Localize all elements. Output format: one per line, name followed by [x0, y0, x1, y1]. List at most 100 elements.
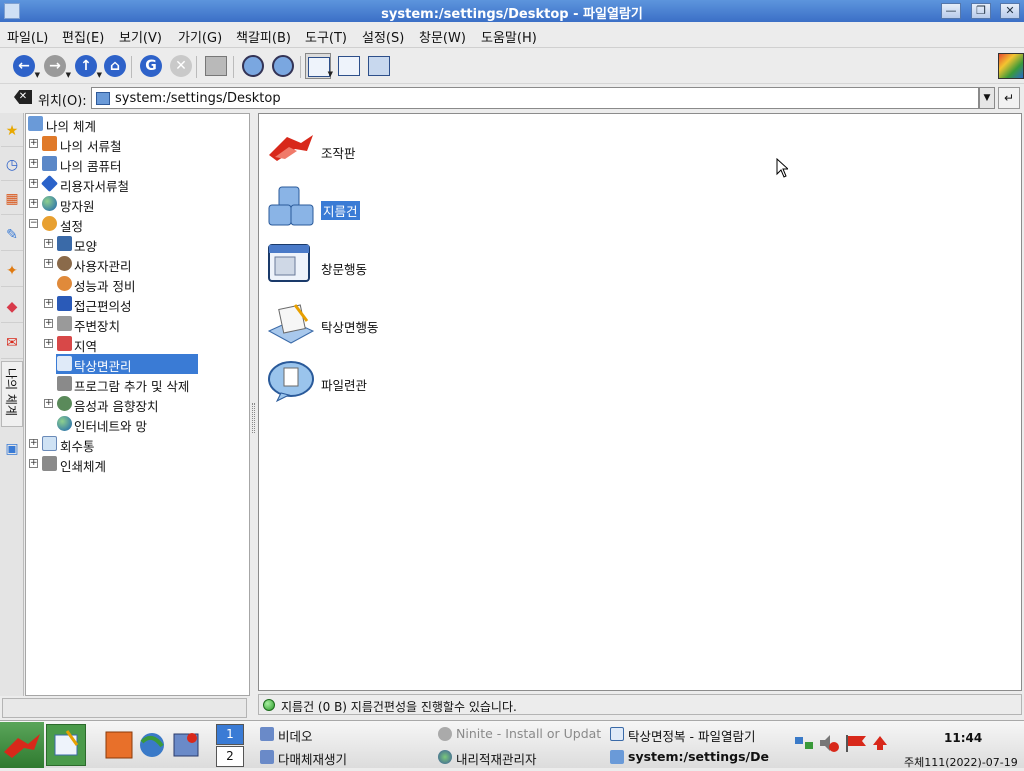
content-item-selected[interactable]: 지름건	[267, 185, 377, 233]
tree-item[interactable]: + 나의 콤퓨터	[29, 154, 229, 174]
forward-button[interactable]: → ▼	[42, 53, 71, 79]
collapse-icon[interactable]: −	[29, 219, 38, 228]
home-folder-icon[interactable]: ▦	[1, 183, 23, 215]
content-item[interactable]: 탁상면행동	[267, 301, 397, 349]
detail-view-button[interactable]	[336, 53, 362, 79]
stop-button[interactable]: ✕	[168, 53, 194, 79]
menu-help[interactable]: 도움말(H)	[481, 27, 537, 46]
menu-edit[interactable]: 편집(E)	[62, 27, 104, 46]
desktop-pager-2[interactable]: 2	[216, 746, 244, 767]
menu-settings[interactable]: 설정(S)	[362, 27, 404, 46]
desktop-quick-button[interactable]	[46, 724, 86, 766]
download-manager-icon	[438, 750, 452, 764]
tree-item[interactable]: + 모양	[44, 234, 234, 254]
flag-icon[interactable]	[844, 733, 866, 753]
content-item[interactable]: 조작판	[267, 127, 377, 175]
expand-icon[interactable]: +	[29, 439, 38, 448]
expand-icon[interactable]: +	[29, 179, 38, 188]
volume-muted-icon[interactable]	[818, 733, 839, 753]
zoom-out-button[interactable]	[270, 53, 296, 79]
task-button[interactable]: 비데오	[256, 723, 434, 745]
icon-view-button[interactable]: ▼	[305, 53, 333, 79]
expand-icon[interactable]: +	[44, 339, 53, 348]
tree-item-selected[interactable]: 탁상면관리	[56, 354, 198, 374]
menu-view[interactable]: 보기(V)	[119, 27, 162, 46]
menu-tools[interactable]: 도구(T)	[305, 27, 347, 46]
start-menu-button[interactable]	[0, 722, 44, 768]
update-icon[interactable]	[870, 733, 890, 753]
history-icon[interactable]: ◷	[1, 149, 23, 181]
maximize-button[interactable]: ❐	[971, 3, 991, 19]
tree-item[interactable]: + 접근편의성	[44, 294, 234, 314]
task-button-active[interactable]: system:/settings/De	[606, 746, 778, 768]
tree-item[interactable]: 인터네트와 망	[44, 414, 234, 434]
network-icon[interactable]: ✎	[1, 219, 23, 251]
menu-file[interactable]: 파일(L)	[7, 27, 48, 46]
tree-item[interactable]: + 사용자관리	[44, 254, 234, 274]
tree-item[interactable]: + 지역	[44, 334, 234, 354]
task-button[interactable]: 다매체재생기	[256, 746, 434, 768]
task-button[interactable]: 내리적재관리자	[434, 746, 604, 768]
services-icon[interactable]: ✦	[1, 255, 23, 287]
location-input[interactable]: system:/settings/Desktop	[91, 87, 979, 109]
minimize-button[interactable]: —	[941, 3, 961, 19]
my-system-icon[interactable]: ▣	[1, 433, 23, 465]
location-dropdown-button[interactable]: ▼	[979, 87, 995, 109]
video-icon	[260, 727, 274, 741]
expand-icon[interactable]: +	[44, 299, 53, 308]
expand-icon[interactable]: +	[44, 319, 53, 328]
tools-icon[interactable]: ✉	[1, 327, 23, 359]
up-button[interactable]: ↑ ▼	[73, 53, 102, 79]
network-tray-icon[interactable]	[794, 733, 814, 753]
content-item[interactable]: 파일련관	[267, 359, 387, 407]
tree-item[interactable]: + 주변장치	[44, 314, 234, 334]
expand-icon[interactable]: +	[44, 239, 53, 248]
clock[interactable]: 11:44	[944, 731, 982, 745]
desktop-behavior-icon	[267, 301, 315, 345]
home-button[interactable]: ⌂	[102, 53, 128, 79]
status-bar: 지름건 (0 B) 지름건편성을 진행할수 있습니다.	[258, 694, 1022, 715]
expand-icon[interactable]: +	[29, 459, 38, 468]
expand-icon[interactable]: +	[29, 139, 38, 148]
tree-item[interactable]: − 설정	[29, 214, 229, 234]
task-button[interactable]: 탁상면정복 - 파일열람기	[606, 723, 786, 745]
tree-item[interactable]: 프로그람 추가 및 삭제	[44, 374, 234, 394]
expand-icon[interactable]: +	[29, 159, 38, 168]
toolbar-separator	[196, 56, 197, 78]
tree-status-bar	[2, 698, 247, 718]
toolbar-separator	[300, 56, 301, 78]
tree-item[interactable]: + 음성과 음향장치	[44, 394, 234, 414]
back-button[interactable]: ← ▼	[11, 53, 40, 79]
tree-item[interactable]: + 인쇄체계	[29, 454, 229, 474]
content-item[interactable]: 창문행동	[267, 243, 387, 291]
menu-go[interactable]: 가기(G)	[178, 27, 222, 46]
reload-button[interactable]: G	[138, 53, 164, 79]
media-icon[interactable]: ◆	[1, 291, 23, 323]
panel-splitter[interactable]	[250, 113, 257, 696]
splitter-grip[interactable]	[252, 403, 255, 433]
clear-location-icon[interactable]: ✕	[14, 90, 32, 104]
image-view-button[interactable]	[366, 53, 392, 79]
bookmarks-icon[interactable]: ★	[1, 115, 23, 147]
close-button[interactable]: ✕	[1000, 3, 1020, 19]
tree-item[interactable]: 성능과 정비	[44, 274, 234, 294]
print-button[interactable]	[203, 53, 229, 79]
tree-item[interactable]: + 회수통	[29, 434, 229, 454]
menu-bookmarks[interactable]: 책갈피(B)	[236, 27, 291, 46]
arrow-left-icon: ←	[13, 55, 35, 77]
expand-icon[interactable]: +	[44, 399, 53, 408]
expand-icon[interactable]: +	[44, 259, 53, 268]
tree-item[interactable]: + 리용자서류철	[29, 174, 229, 194]
media-quick-icon[interactable]	[168, 724, 208, 766]
tree-item[interactable]: 나의 체계	[28, 114, 228, 134]
desktop-pager-1[interactable]: 1	[216, 724, 244, 745]
tab-my-system[interactable]: 나의 체계	[1, 361, 23, 427]
go-button[interactable]: ↵	[998, 87, 1020, 109]
computer-icon	[42, 156, 57, 171]
menu-window[interactable]: 창문(W)	[419, 27, 466, 46]
tree-item[interactable]: + 나의 서류철	[29, 134, 229, 154]
tree-item[interactable]: + 망자원	[29, 194, 229, 214]
task-button[interactable]: Ninite - Install or Updat	[434, 723, 604, 745]
expand-icon[interactable]: +	[29, 199, 38, 208]
zoom-in-button[interactable]	[240, 53, 266, 79]
